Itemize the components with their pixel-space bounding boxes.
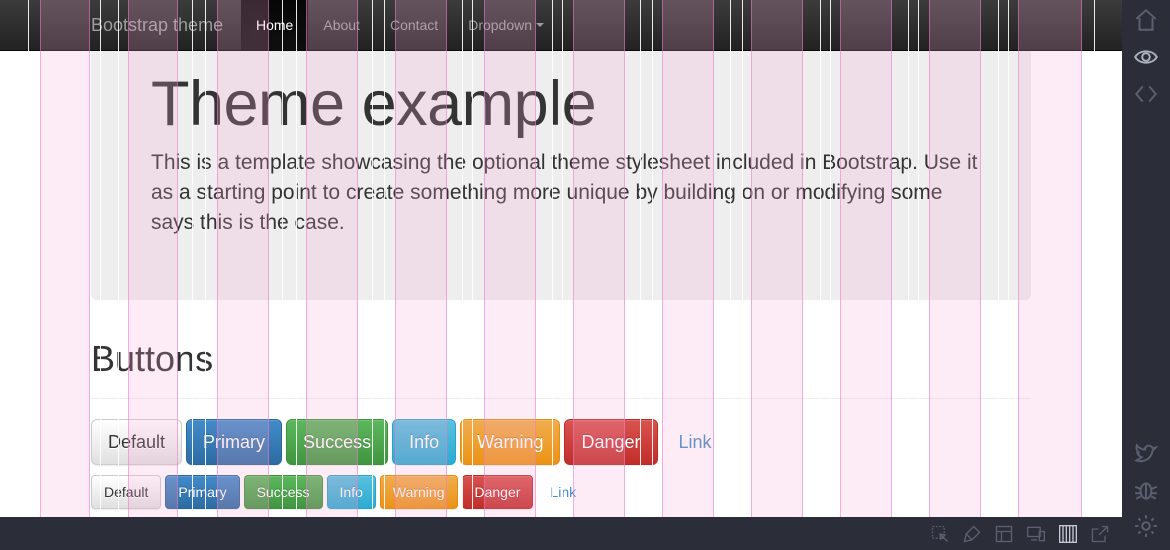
link-button-lg[interactable]: Link: [662, 419, 729, 465]
warning-button-sm[interactable]: Warning: [379, 475, 458, 509]
jumbotron: Theme example This is a template showcas…: [91, 51, 1031, 300]
default-button-lg[interactable]: Default: [91, 419, 183, 465]
guide-line: [28, 0, 29, 517]
external-link-icon[interactable]: [1088, 522, 1112, 546]
bottom-tools: [920, 522, 1112, 546]
bottom-toolbar: [0, 517, 1122, 550]
nav-item-home[interactable]: Home: [241, 0, 309, 50]
nav-item-contact[interactable]: Contact: [375, 0, 453, 50]
grid-columns-icon[interactable]: [1056, 522, 1080, 546]
code-icon[interactable]: [1130, 78, 1162, 110]
success-button-lg[interactable]: Success: [286, 419, 389, 465]
link-button-sm[interactable]: Link: [537, 475, 589, 509]
top-navbar: Bootstrap theme Home About Contact Dropd…: [0, 0, 1122, 51]
nav-item-dropdown[interactable]: Dropdown: [453, 0, 559, 50]
navbar-nav: Home About Contact Dropdown: [241, 0, 559, 50]
eye-icon[interactable]: [1130, 41, 1162, 73]
nav-item-label: Contact: [389, 17, 439, 33]
nav-item-about[interactable]: About: [308, 0, 375, 50]
inspect-icon[interactable]: [928, 522, 952, 546]
page-title: Theme example: [151, 69, 597, 139]
navbar-brand[interactable]: Bootstrap theme: [91, 15, 223, 36]
layout-icon[interactable]: [992, 522, 1016, 546]
success-button-sm[interactable]: Success: [243, 475, 323, 509]
primary-button-lg[interactable]: Primary: [186, 419, 283, 465]
paint-icon[interactable]: [960, 522, 984, 546]
guide-line: [1094, 0, 1095, 517]
jumbotron-lead: This is a template showcasing the option…: [151, 151, 978, 234]
section-heading-buttons: Buttons: [91, 338, 214, 379]
small-button-row: Default Primary Success Info Warning Dan…: [91, 475, 593, 509]
gear-icon[interactable]: [1130, 510, 1162, 542]
danger-button-sm[interactable]: Danger: [461, 475, 534, 509]
devices-icon[interactable]: [1024, 522, 1048, 546]
nav-item-label: About: [323, 17, 360, 33]
info-button-sm[interactable]: Info: [326, 475, 376, 509]
large-button-row: Default Primary Success Info Warning Dan…: [91, 419, 733, 465]
default-button-sm[interactable]: Default: [91, 475, 162, 509]
divider: [91, 398, 1031, 399]
home-icon[interactable]: [1130, 4, 1162, 36]
info-button-lg[interactable]: Info: [392, 419, 457, 465]
danger-button-lg[interactable]: Danger: [564, 419, 658, 465]
twitter-icon[interactable]: [1130, 438, 1162, 470]
caret-down-icon: [536, 23, 545, 27]
primary-button-sm[interactable]: Primary: [165, 475, 240, 509]
nav-item-label: Home: [256, 17, 294, 33]
warning-button-lg[interactable]: Warning: [460, 419, 561, 465]
bug-icon[interactable]: [1130, 474, 1162, 506]
grid-column: [40, 0, 90, 517]
nav-item-label: Dropdown: [468, 17, 533, 33]
right-sidebar: [1122, 0, 1170, 550]
